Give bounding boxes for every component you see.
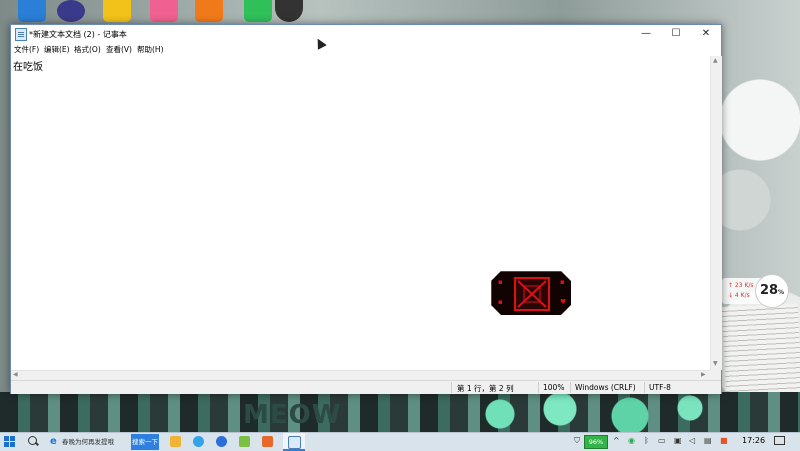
battery-indicator[interactable]: 96% (584, 435, 608, 449)
notification-icon[interactable] (774, 436, 785, 445)
notepad-icon (15, 28, 27, 41)
shield-icon[interactable]: ⛉ (574, 436, 580, 446)
maximize-button[interactable]: ☐ (661, 25, 691, 43)
notepad-taskbar-item[interactable] (283, 433, 305, 451)
wallpaper-paper (721, 303, 800, 399)
menu-help[interactable]: 帮助(H) (137, 44, 164, 55)
widget-glyph-icon: ▪ (498, 278, 503, 286)
menu-bar: 文件(F) 编辑(E) 格式(O) 查看(V) 帮助(H) (11, 43, 721, 56)
taskbar-search-button[interactable]: 搜索一下 (131, 434, 159, 450)
widget-heart-icon: ♥ (560, 298, 567, 306)
notepad-taskbar-icon (288, 436, 301, 449)
scroll-up-icon[interactable]: ▲ (713, 57, 718, 64)
desktop-app-icon-dark[interactable] (275, 0, 303, 22)
taskbar-search-input[interactable]: 春晚为何再发提哦 (62, 436, 130, 448)
temperature-widget[interactable]: 28% (755, 274, 789, 308)
status-divider (644, 382, 645, 393)
chevron-up-icon[interactable]: ^ (613, 436, 620, 445)
desktop-app-icon-green[interactable] (244, 0, 272, 22)
floating-game-widget[interactable]: ▪ ▪ ▪ ♥ (491, 271, 571, 315)
desktop-app-icon-yellow[interactable] (103, 0, 131, 22)
search-icon[interactable] (28, 436, 37, 445)
desktop-app-icon-blue[interactable] (18, 0, 46, 22)
windows-start-button[interactable] (4, 436, 16, 448)
desktop-app-icon-circle[interactable] (57, 0, 85, 22)
status-divider (538, 382, 539, 393)
monitor-icon[interactable]: ▣ (674, 436, 682, 445)
encoding: UTF-8 (649, 383, 671, 392)
volume-icon[interactable]: ◁ (689, 436, 695, 445)
scrollbar-corner (710, 370, 721, 380)
taskbar: e 春晚为何再发提哦 搜索一下 ⛉ 96% ^ ◉ ᛒ ▭ ▣ ◁ ▤ ■ 17… (0, 432, 800, 451)
wallpaper-splash (470, 394, 720, 432)
browser-icon[interactable]: e (50, 436, 57, 447)
minimize-button[interactable]: — (631, 25, 661, 43)
close-button[interactable]: ✕ (691, 25, 721, 43)
device-icon[interactable]: ▭ (658, 436, 666, 445)
wallpaper-text: MEOW (243, 400, 342, 430)
widget-glyph-icon: ▪ (560, 278, 565, 286)
network-icon[interactable]: ▤ (704, 436, 712, 445)
text-editor[interactable]: 在吃饭 (11, 56, 710, 370)
widget-x-icon (517, 280, 547, 308)
desktop-app-icon-pink[interactable] (150, 0, 178, 22)
file-explorer-icon[interactable] (170, 436, 181, 447)
window-title: *新建文本文档 (2) - 记事本 (29, 30, 127, 39)
notepad-window[interactable]: *新建文本文档 (2) - 记事本 — ☐ ✕ 文件(F) 编辑(E) 格式(O… (10, 24, 722, 394)
upload-speed: ↑ 23 K/s (728, 282, 754, 289)
browser-app-icon[interactable] (193, 436, 204, 447)
temperature-value: 28 (759, 283, 779, 298)
zoom-level: 100% (543, 383, 565, 392)
scroll-right-icon[interactable]: ▶ (701, 371, 706, 378)
desktop-app-icon-orange[interactable] (195, 0, 223, 22)
scroll-left-icon[interactable]: ◀ (13, 371, 18, 378)
orange-app-icon[interactable] (262, 436, 273, 447)
clock[interactable]: 17:26 (742, 436, 765, 445)
vertical-scrollbar[interactable]: ▲ ▼ (710, 56, 722, 370)
title-bar[interactable]: *新建文本文档 (2) - 记事本 — ☐ ✕ (11, 25, 721, 43)
leaf-app-icon[interactable] (239, 436, 250, 447)
menu-view[interactable]: 查看(V) (106, 44, 132, 55)
status-bar: 第 1 行，第 2 列 100% Windows (CRLF) UTF-8 (11, 380, 721, 394)
line-ending: Windows (CRLF) (575, 383, 636, 392)
download-speed: ↓ 4 K/s (728, 292, 750, 299)
widget-emblem (514, 277, 550, 311)
chat-app-icon[interactable] (216, 436, 227, 447)
menu-format[interactable]: 格式(O) (74, 44, 101, 55)
menu-edit[interactable]: 编辑(E) (44, 44, 70, 55)
status-divider (570, 382, 571, 393)
cursor-position: 第 1 行，第 2 列 (457, 384, 514, 393)
scroll-down-icon[interactable]: ▼ (713, 360, 718, 367)
temperature-unit: % (778, 289, 785, 296)
sync-icon[interactable]: ◉ (628, 436, 635, 445)
status-divider (451, 382, 452, 393)
menu-file[interactable]: 文件(F) (14, 44, 39, 55)
bluetooth-icon[interactable]: ᛒ (644, 436, 649, 445)
input-method-icon[interactable]: ■ (720, 436, 728, 445)
editor-content[interactable]: 在吃饭 (13, 58, 43, 73)
widget-glyph-icon: ▪ (498, 298, 503, 306)
